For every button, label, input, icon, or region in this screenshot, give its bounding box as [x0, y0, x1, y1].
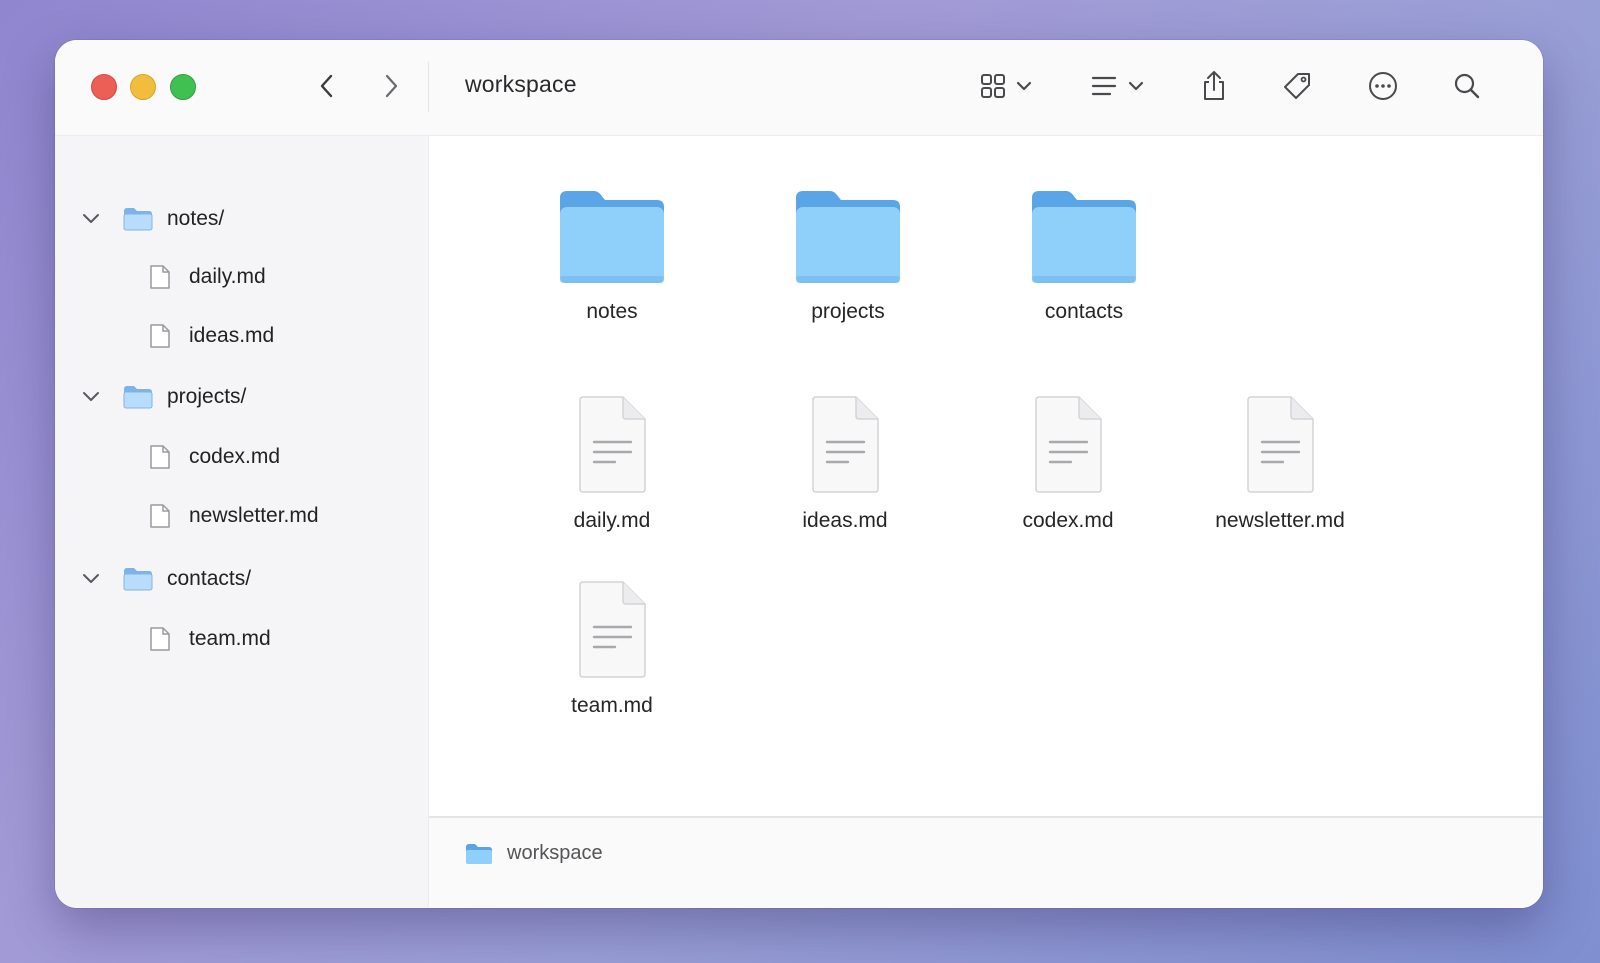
document-icon	[150, 265, 170, 289]
group-list-icon	[1091, 76, 1117, 96]
sidebar-folder-label: projects/	[167, 385, 247, 408]
folder-icon	[1032, 191, 1136, 283]
sidebar-folder[interactable]: notes/	[83, 199, 225, 239]
sidebar-folder[interactable]: projects/	[83, 377, 247, 417]
more-actions-button[interactable]	[1368, 68, 1398, 104]
grid-item-label: notes	[586, 300, 638, 323]
document-icon	[150, 627, 170, 651]
grid-item-label: newsletter.md	[1215, 509, 1345, 532]
chevron-down-icon	[83, 214, 99, 223]
sidebar-folder-label: contacts/	[167, 567, 252, 590]
folder-icon	[123, 568, 153, 591]
grid-file[interactable]: ideas.md	[755, 395, 935, 533]
disclosure-toggle[interactable]	[79, 207, 103, 231]
grid-item-label: ideas.md	[802, 509, 888, 532]
chevron-down-icon	[1016, 81, 1032, 91]
grid-file[interactable]: codex.md	[978, 395, 1158, 533]
document-icon	[812, 396, 879, 493]
path-bar: workspace	[429, 816, 1543, 908]
sidebar-folder[interactable]: contacts/	[83, 559, 252, 599]
sidebar-file-label: newsletter.md	[189, 504, 319, 527]
share-icon	[1204, 71, 1224, 100]
document-icon	[150, 445, 170, 469]
toolbar-divider	[428, 62, 429, 112]
grid-item-label: codex.md	[1022, 509, 1114, 532]
grid-file[interactable]: newsletter.md	[1190, 395, 1370, 533]
maximize-window-button[interactable]	[170, 74, 196, 100]
sidebar-file[interactable]: codex.md	[149, 437, 280, 477]
group-by-button[interactable]	[1090, 68, 1144, 104]
minimize-window-button[interactable]	[130, 74, 156, 100]
sidebar-file-label: ideas.md	[189, 324, 275, 347]
view-grid-icon	[981, 74, 1005, 98]
search-icon	[1454, 73, 1480, 99]
folder-icon	[123, 208, 153, 231]
document-icon	[150, 324, 170, 348]
chevron-down-icon	[83, 392, 99, 401]
document-icon	[1035, 396, 1102, 493]
grid-file[interactable]: team.md	[522, 580, 702, 718]
more-icon	[1369, 72, 1397, 100]
forward-button[interactable]	[375, 70, 407, 102]
folder-icon	[466, 843, 492, 864]
close-window-button[interactable]	[91, 74, 117, 100]
search-button[interactable]	[1453, 68, 1481, 104]
sidebar-file[interactable]: ideas.md	[149, 316, 274, 356]
sidebar-file[interactable]: daily.md	[149, 257, 266, 297]
sidebar-file-label: team.md	[189, 627, 271, 650]
back-button[interactable]	[311, 70, 343, 102]
tag-button[interactable]	[1282, 68, 1312, 104]
disclosure-toggle[interactable]	[79, 385, 103, 409]
folder-icon	[796, 191, 900, 283]
path-label: workspace	[507, 842, 603, 864]
grid-folder-notes[interactable]: notes	[522, 188, 702, 324]
document-icon	[579, 581, 646, 678]
sidebar-file-label: daily.md	[189, 265, 266, 288]
chevron-right-icon	[385, 74, 398, 98]
chevron-down-icon	[1128, 81, 1144, 91]
sidebar-file-label: codex.md	[189, 445, 281, 468]
grid-item-label: projects	[811, 300, 885, 323]
grid-item-label: team.md	[571, 694, 653, 717]
tag-icon	[1284, 73, 1310, 99]
path-item-workspace[interactable]: workspace	[465, 842, 603, 865]
folder-icon	[123, 386, 153, 409]
chevron-down-icon	[83, 574, 99, 583]
folder-icon	[560, 191, 664, 283]
disclosure-toggle[interactable]	[79, 567, 103, 591]
sidebar: notes/daily.md ideas.md projects/codex.md n…	[55, 136, 429, 908]
grid-item-label: contacts	[1044, 300, 1124, 323]
grid-item-label: daily.md	[573, 509, 651, 532]
view-mode-button[interactable]	[980, 68, 1032, 104]
sidebar-file[interactable]: team.md	[149, 619, 271, 659]
document-icon	[1247, 396, 1314, 493]
file-grid: notes projects contacts daily.md ideas.md cod…	[429, 136, 1543, 816]
document-icon	[150, 504, 170, 528]
chevron-left-icon	[320, 74, 333, 98]
window-title: workspace	[465, 71, 577, 97]
grid-folder-projects[interactable]: projects	[758, 188, 938, 324]
sidebar-file[interactable]: newsletter.md	[149, 496, 319, 536]
share-button[interactable]	[1200, 68, 1228, 104]
toolbar: workspace	[55, 40, 1543, 136]
finder-window: workspace notes/ daily.md ideas.md proje…	[55, 40, 1543, 908]
sidebar-folder-label: notes/	[167, 207, 225, 230]
document-icon	[579, 396, 646, 493]
grid-folder-contacts[interactable]: contacts	[994, 188, 1174, 324]
grid-file[interactable]: daily.md	[522, 395, 702, 533]
